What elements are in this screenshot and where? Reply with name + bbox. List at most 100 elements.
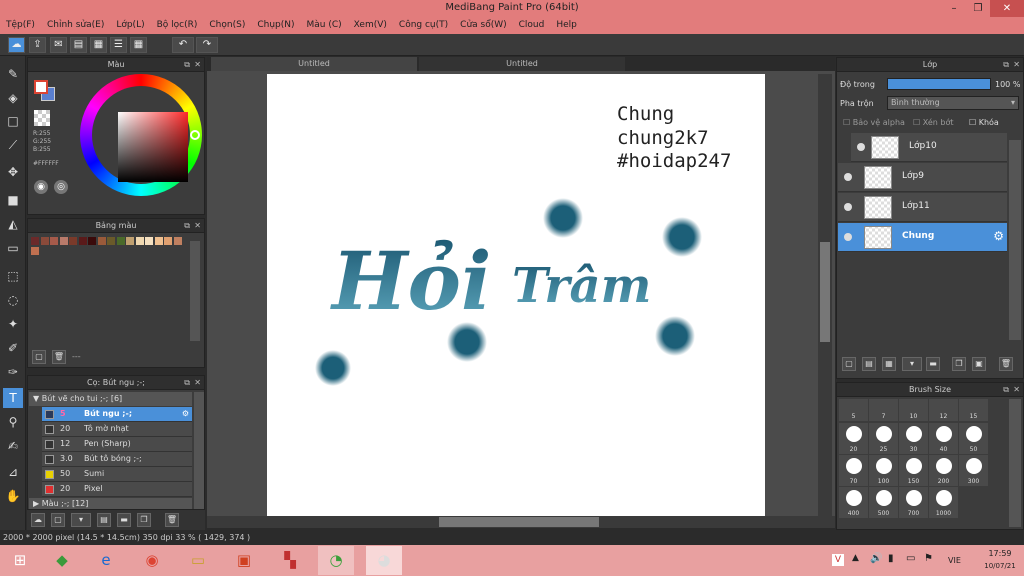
chrome-icon[interactable]: ◉: [134, 546, 170, 575]
menu-color[interactable]: Màu (C): [301, 17, 348, 34]
list-icon[interactable]: ☰: [110, 37, 127, 53]
bucket-tool-icon[interactable]: ◭: [3, 214, 23, 234]
palette-swatch[interactable]: [40, 237, 49, 245]
undock-icon[interactable]: ⧉: [1003, 58, 1009, 72]
layer-scrollbar[interactable]: [1009, 140, 1021, 340]
language-indicator[interactable]: VIE: [948, 556, 961, 565]
brush-size-scrollbar[interactable]: [1009, 399, 1021, 527]
clipping-checkbox[interactable]: ☐ Xén bớt: [913, 118, 953, 127]
menu-filter[interactable]: Bộ lọc(R): [151, 17, 204, 34]
menu-snap[interactable]: Chụp(N): [251, 17, 300, 34]
menu-cloud[interactable]: Cloud: [513, 17, 551, 34]
app-icon-2[interactable]: ◔: [318, 546, 354, 575]
eye-icon[interactable]: [857, 143, 865, 151]
undock-icon[interactable]: ⧉: [1003, 383, 1009, 397]
gradient-tool-icon[interactable]: ▭: [3, 238, 23, 258]
brush-item[interactable]: 12 Pen (Sharp): [42, 437, 192, 452]
clock-time[interactable]: 17:59: [980, 549, 1020, 558]
move-tool-icon[interactable]: ✥: [3, 162, 23, 182]
gear-icon[interactable]: ⚙: [993, 229, 1004, 243]
new-palette-icon[interactable]: ▢: [32, 350, 46, 364]
menu-file[interactable]: Tệp(F): [0, 17, 41, 34]
brush-size-cell[interactable]: 50: [959, 423, 988, 454]
lock-checkbox[interactable]: ☐ Khóa: [969, 118, 999, 127]
palette-swatch[interactable]: [78, 237, 87, 245]
blend-mode-select[interactable]: Bình thường ▾: [887, 96, 1019, 110]
horizontal-scroll-thumb[interactable]: [439, 517, 599, 527]
brush-size-cell[interactable]: 7: [869, 399, 898, 421]
layer-row-selected[interactable]: Chung ⚙: [838, 223, 1007, 252]
magic-wand-icon[interactable]: ✦: [3, 314, 23, 334]
brush-group-header-2[interactable]: ▶ Màu ;-; [12]: [29, 498, 192, 509]
menu-select[interactable]: Chọn(S): [203, 17, 251, 34]
battery-icon[interactable]: ▭: [906, 553, 915, 564]
brush-size-cell[interactable]: 25: [869, 423, 898, 454]
menu-edit[interactable]: Chỉnh sửa(E): [41, 17, 110, 34]
foreground-color-front[interactable]: [34, 80, 48, 94]
panel-close-icon[interactable]: ✕: [194, 376, 201, 390]
file-explorer-icon[interactable]: ▭: [180, 546, 216, 575]
clock-date[interactable]: 10/07/21: [980, 562, 1020, 570]
menu-tools[interactable]: Công cụ(T): [393, 17, 454, 34]
palette-swatch[interactable]: [164, 237, 172, 245]
palette-swatch[interactable]: [31, 247, 39, 255]
palette-swatch[interactable]: [31, 237, 39, 245]
brush-size-cell[interactable]: 30: [899, 423, 928, 454]
palette-swatch[interactable]: [116, 237, 125, 245]
new-8bit-layer-icon[interactable]: ▦: [882, 357, 896, 371]
select-eraser-icon[interactable]: ✑: [3, 362, 23, 382]
brush-scrollbar[interactable]: [194, 392, 204, 509]
brush-size-cell[interactable]: 1000: [929, 487, 958, 518]
brush-item[interactable]: 3.0 Bút tô bóng ;-;: [42, 452, 192, 467]
brush-size-cell[interactable]: 10: [899, 399, 928, 421]
duplicate-layer-icon[interactable]: ❐: [952, 357, 966, 371]
tab-untitled-1[interactable]: Untitled: [211, 57, 417, 71]
palette-swatch[interactable]: [50, 237, 58, 245]
palette-swatch[interactable]: [69, 237, 77, 245]
divide-tool-icon[interactable]: ⚲: [3, 412, 23, 432]
brush-size-cell[interactable]: 150: [899, 455, 928, 486]
opacity-slider[interactable]: [887, 78, 991, 90]
palette-swatch[interactable]: [59, 237, 68, 245]
palette-swatch[interactable]: [173, 237, 182, 245]
network-icon[interactable]: ▮: [888, 553, 894, 564]
close-button[interactable]: ✕: [990, 0, 1024, 17]
gear-icon[interactable]: ⚙: [182, 407, 189, 421]
folder-icon[interactable]: ▬: [117, 513, 131, 527]
fill-rect-tool-icon[interactable]: ■: [3, 190, 23, 210]
protect-alpha-checkbox[interactable]: ☐ Bảo vệ alpha: [843, 118, 905, 127]
brush-size-cell[interactable]: 500: [869, 487, 898, 518]
palette-swatch[interactable]: [126, 237, 134, 245]
hue-ring[interactable]: [80, 74, 202, 196]
layer-row[interactable]: Lớp11: [838, 193, 1007, 222]
eraser-tool-icon[interactable]: ◈: [3, 88, 23, 108]
eye-icon[interactable]: [844, 233, 852, 241]
vertical-scrollbar[interactable]: [818, 74, 832, 516]
palette-swatch[interactable]: [154, 237, 163, 245]
brush-item[interactable]: 20 Tô mờ nhạt: [42, 422, 192, 437]
flag-icon[interactable]: ⚑: [924, 553, 933, 564]
tray-arrow-icon[interactable]: ▲: [852, 553, 859, 563]
powerpoint-icon[interactable]: ▣: [226, 546, 262, 575]
eye-icon[interactable]: [844, 173, 852, 181]
menu-view[interactable]: Xem(V): [348, 17, 393, 34]
palette-swatch[interactable]: [88, 237, 96, 245]
brush-size-cell[interactable]: 20: [839, 423, 868, 454]
line-tool-icon[interactable]: ⟋: [3, 135, 23, 155]
eye-icon[interactable]: [844, 203, 852, 211]
comment-icon[interactable]: ✉: [50, 37, 67, 53]
vertical-scroll-thumb[interactable]: [820, 242, 830, 342]
menu-layer[interactable]: Lớp(L): [110, 17, 150, 34]
hue-handle[interactable]: [190, 130, 200, 140]
layer-row[interactable]: Lớp10: [851, 133, 1007, 162]
bluestacks-icon[interactable]: ◆: [44, 546, 80, 575]
menu-window[interactable]: Cửa sổ(W): [454, 17, 512, 34]
undock-icon[interactable]: ⧉: [184, 376, 190, 390]
blur-tool-icon[interactable]: ✍: [3, 436, 23, 456]
palette-settings-icon[interactable]: ◎: [54, 180, 68, 194]
delete-brush-icon[interactable]: 🗑: [165, 513, 179, 527]
palette-swatch[interactable]: [135, 237, 144, 245]
brush-copy-icon[interactable]: ▤: [97, 513, 111, 527]
brush-item[interactable]: 20 Pixel: [42, 482, 192, 497]
brush-group-header[interactable]: ▼ Bút vẽ cho tui ;-; [6]: [29, 392, 192, 406]
